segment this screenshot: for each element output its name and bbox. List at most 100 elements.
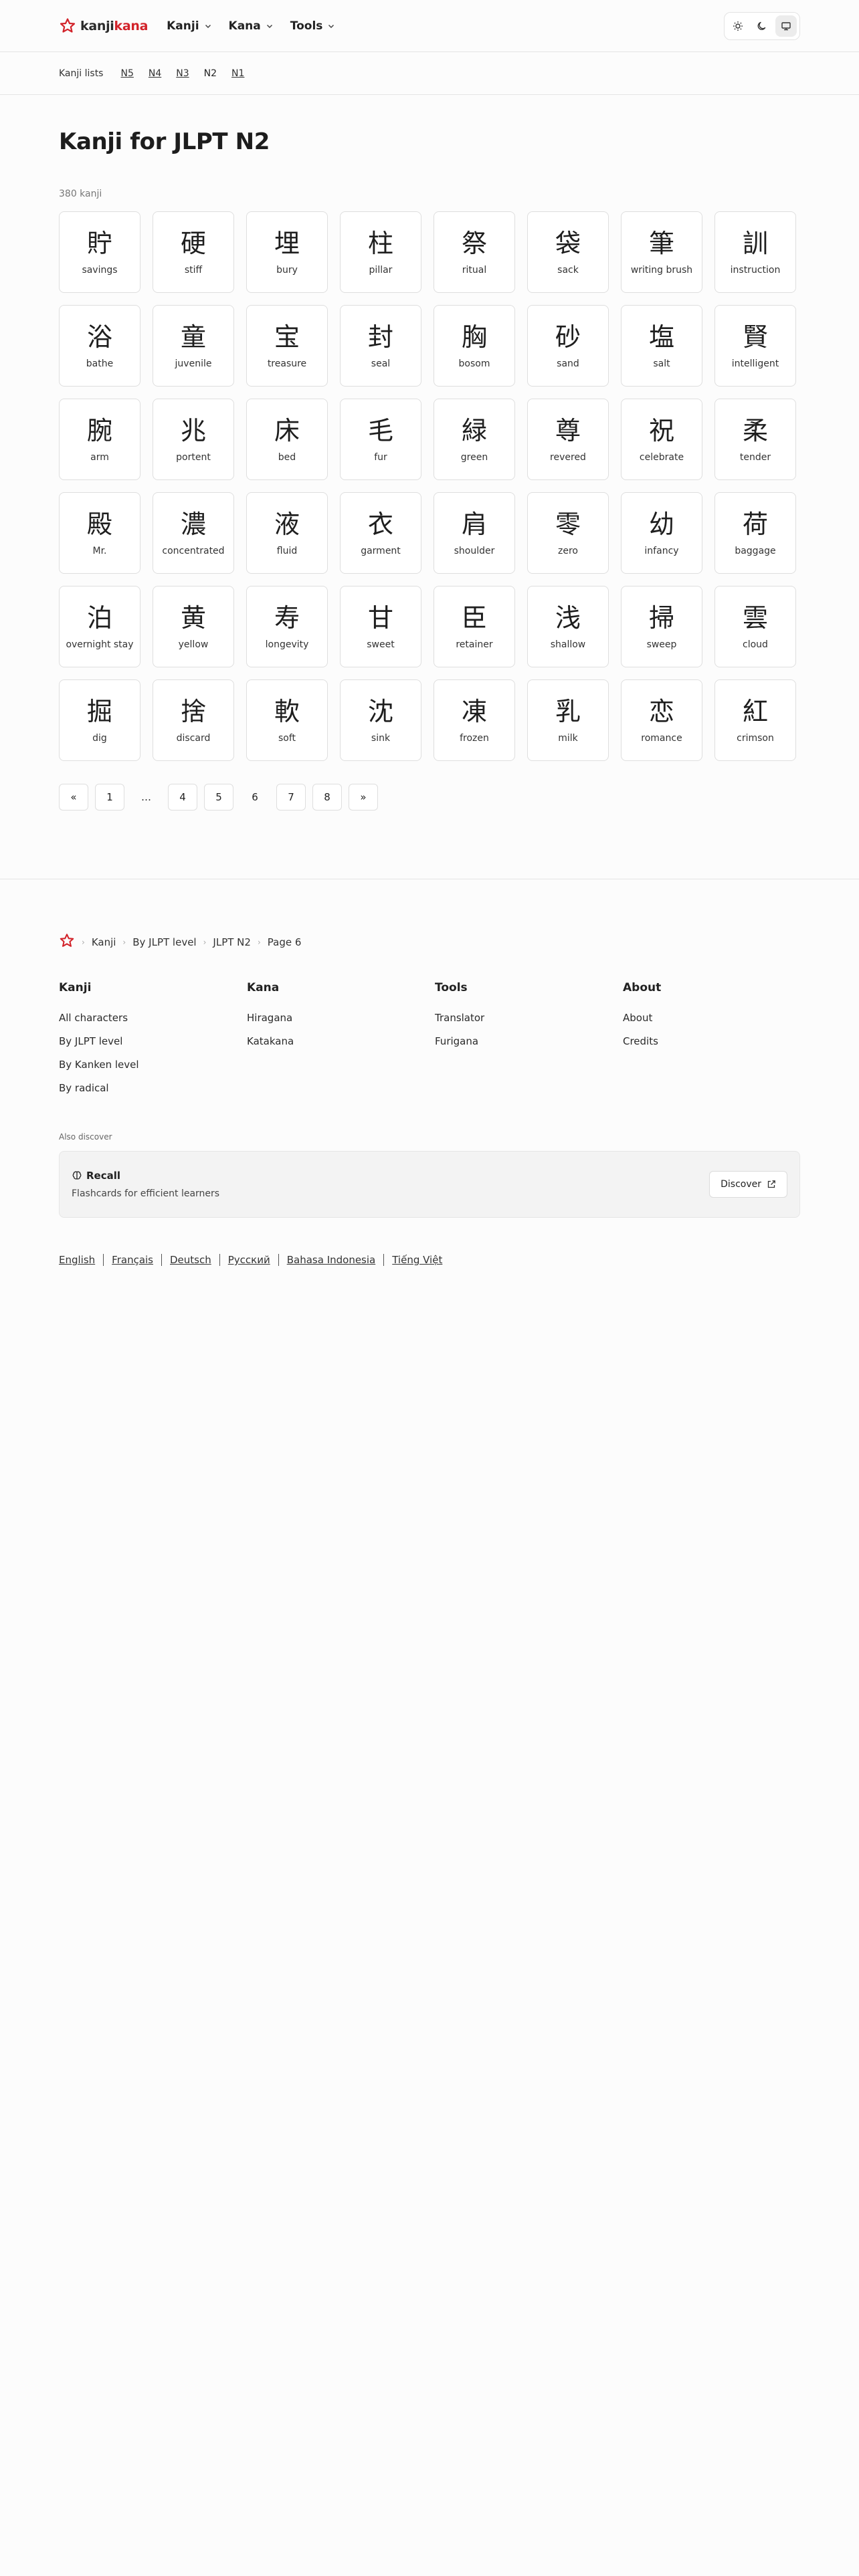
breadcrumb-kanji[interactable]: Kanji (92, 936, 116, 948)
language-link-russkiy[interactable]: Русский (228, 1254, 270, 1266)
breadcrumb-by-jlpt-level[interactable]: By JLPT level (132, 936, 196, 948)
page-1-button[interactable]: 1 (95, 784, 124, 811)
breadcrumb-jlpt-n2[interactable]: JLPT N2 (213, 936, 251, 948)
kanji-card[interactable]: 毛 fur (340, 399, 421, 480)
kanji-card[interactable]: 袋 sack (527, 211, 609, 293)
kanji-card[interactable]: 祝 celebrate (621, 399, 702, 480)
page-4-button[interactable]: 4 (168, 784, 197, 811)
kanji-card[interactable]: 宝 treasure (246, 305, 328, 387)
kanji-card[interactable]: 液 fluid (246, 492, 328, 574)
kanji-card[interactable]: 軟 soft (246, 679, 328, 761)
footer-link-credits[interactable]: Credits (623, 1035, 811, 1059)
language-link-deutsch[interactable]: Deutsch (170, 1254, 211, 1266)
page-8-button[interactable]: 8 (312, 784, 342, 811)
level-link-n5[interactable]: N5 (120, 68, 133, 79)
nav-kanji[interactable]: Kanji (167, 19, 211, 33)
kanji-card[interactable]: 泊 overnight stay (59, 586, 140, 667)
logo[interactable]: kanjikana (59, 17, 148, 35)
kanji-card[interactable]: 埋 bury (246, 211, 328, 293)
page-5-button[interactable]: 5 (204, 784, 233, 811)
kanji-card[interactable]: 凍 frozen (434, 679, 515, 761)
kanji-meaning: stiff (184, 265, 203, 276)
kanji-meaning: bed (278, 452, 296, 463)
also-discover-label: Also discover (59, 1132, 112, 1142)
kanji-card[interactable]: 濃 concentrated (153, 492, 234, 574)
kanji-card[interactable]: 賢 intelligent (714, 305, 796, 387)
kanji-card[interactable]: 掘 dig (59, 679, 140, 761)
kanji-card[interactable]: 塩 salt (621, 305, 702, 387)
kanji-card[interactable]: 硬 stiff (153, 211, 234, 293)
footer-link-by-kanken-level[interactable]: By Kanken level (59, 1059, 247, 1082)
kanji-card[interactable]: 浴 bathe (59, 305, 140, 387)
level-link-n3[interactable]: N3 (176, 68, 189, 79)
footer-column-kana: Kana Hiragana Katakana (247, 981, 435, 1105)
discover-button[interactable]: Discover (709, 1171, 787, 1198)
kanji-card[interactable]: 沈 sink (340, 679, 421, 761)
footer-link-furigana[interactable]: Furigana (435, 1035, 623, 1059)
kanji-card[interactable]: 臣 retainer (434, 586, 515, 667)
kanji-character: 塩 (648, 322, 674, 352)
kanji-meaning: shallow (550, 639, 586, 650)
footer-link-hiragana[interactable]: Hiragana (247, 1012, 435, 1035)
kanji-card[interactable]: 柱 pillar (340, 211, 421, 293)
kanji-meaning: salt (653, 358, 670, 369)
dark-theme-button[interactable] (751, 15, 773, 37)
footer-link-katakana[interactable]: Katakana (247, 1035, 435, 1059)
language-link-francais[interactable]: Français (112, 1254, 153, 1266)
kanji-card[interactable]: 捨 discard (153, 679, 234, 761)
next-page-button[interactable]: » (349, 784, 378, 811)
kanji-card[interactable]: 掃 sweep (621, 586, 702, 667)
kanji-card[interactable]: 恋 romance (621, 679, 702, 761)
kanji-card[interactable]: 零 zero (527, 492, 609, 574)
level-link-n1[interactable]: N1 (231, 68, 244, 79)
footer-link-translator[interactable]: Translator (435, 1012, 623, 1035)
kanji-character: 尊 (555, 416, 581, 445)
kanji-card[interactable]: 荷 baggage (714, 492, 796, 574)
kanji-card[interactable]: 幼 infancy (621, 492, 702, 574)
kanji-card[interactable]: 殿 Mr. (59, 492, 140, 574)
kanji-card[interactable]: 腕 arm (59, 399, 140, 480)
kanji-character: 柔 (742, 416, 768, 445)
level-link-n4[interactable]: N4 (149, 68, 161, 79)
kanji-card[interactable]: 甘 sweet (340, 586, 421, 667)
kanji-card[interactable]: 童 juvenile (153, 305, 234, 387)
language-link-bahasa-indonesia[interactable]: Bahasa Indonesia (287, 1254, 376, 1266)
kanji-card[interactable]: 雲 cloud (714, 586, 796, 667)
kanji-card[interactable]: 胸 bosom (434, 305, 515, 387)
home-logo-icon[interactable] (59, 933, 75, 952)
footer-column-title: Kana (247, 981, 280, 994)
kanji-card[interactable]: 筆 writing brush (621, 211, 702, 293)
kanji-card[interactable]: 封 seal (340, 305, 421, 387)
kanji-card[interactable]: 黄 yellow (153, 586, 234, 667)
kanji-card[interactable]: 訓 instruction (714, 211, 796, 293)
prev-page-button[interactable]: « (59, 784, 88, 811)
kanji-card[interactable]: 寿 longevity (246, 586, 328, 667)
kanji-card[interactable]: 乳 milk (527, 679, 609, 761)
footer-link-by-jlpt-level[interactable]: By JLPT level (59, 1035, 247, 1059)
footer-link-by-radical[interactable]: By radical (59, 1082, 247, 1105)
kanji-card[interactable]: 緑 green (434, 399, 515, 480)
system-theme-button[interactable] (775, 15, 797, 37)
page-7-button[interactable]: 7 (276, 784, 306, 811)
kanji-card[interactable]: 紅 crimson (714, 679, 796, 761)
kanji-meaning: sand (557, 358, 579, 369)
nav-kana[interactable]: Kana (229, 19, 273, 33)
footer-link-all-characters[interactable]: All characters (59, 1012, 247, 1035)
kanji-card[interactable]: 尊 revered (527, 399, 609, 480)
kanji-card[interactable]: 衣 garment (340, 492, 421, 574)
kanji-card[interactable]: 祭 ritual (434, 211, 515, 293)
nav-tools[interactable]: Tools (290, 19, 335, 33)
kanji-card[interactable]: 肩 shoulder (434, 492, 515, 574)
kanji-card[interactable]: 兆 portent (153, 399, 234, 480)
kanji-card[interactable]: 貯 savings (59, 211, 140, 293)
language-link-english[interactable]: English (59, 1254, 95, 1266)
kanji-meaning: bathe (86, 358, 114, 369)
kanji-card[interactable]: 床 bed (246, 399, 328, 480)
kanji-card[interactable]: 砂 sand (527, 305, 609, 387)
light-theme-button[interactable] (727, 15, 749, 37)
footer-link-about[interactable]: About (623, 1012, 811, 1035)
kanji-card[interactable]: 柔 tender (714, 399, 796, 480)
language-link-tieng-viet[interactable]: Tiếng Việt (392, 1254, 442, 1266)
kanji-card[interactable]: 浅 shallow (527, 586, 609, 667)
kanji-meaning: bury (276, 265, 298, 276)
